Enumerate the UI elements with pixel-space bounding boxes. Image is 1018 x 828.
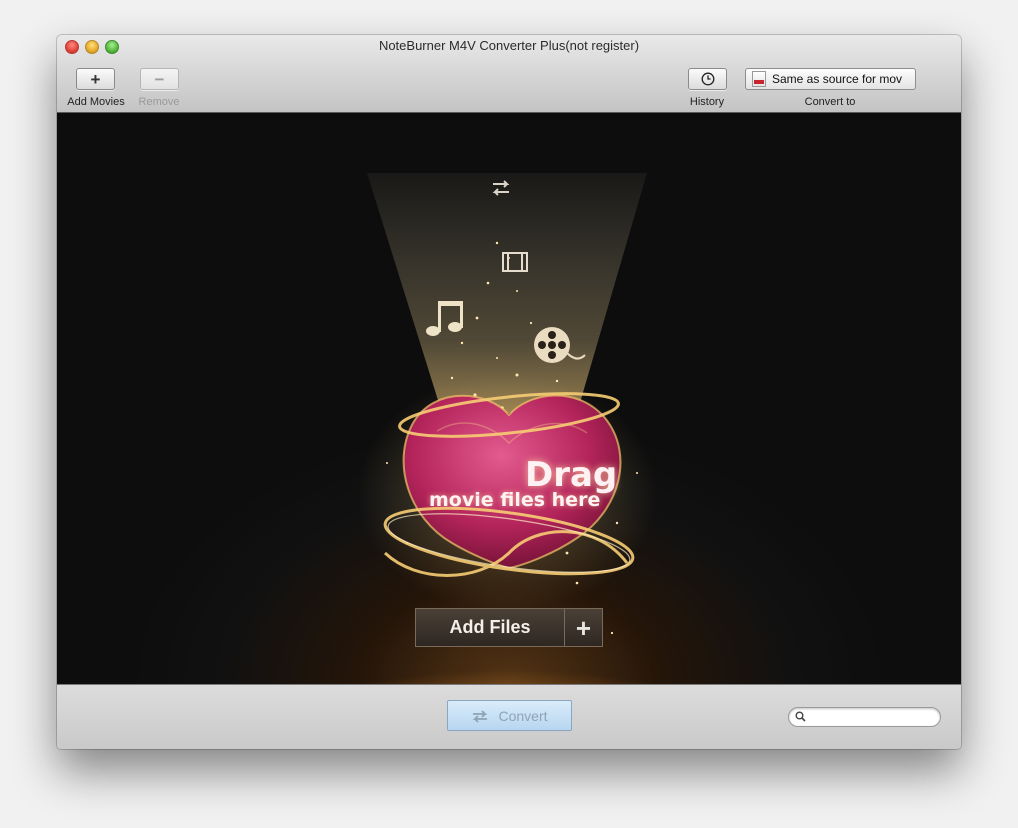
magnifier-icon: [795, 711, 806, 722]
drop-illustration: [289, 173, 729, 684]
convert-to-value: Same as source for mov: [772, 72, 903, 86]
convert-to-select[interactable]: Same as source for mov: [745, 68, 916, 90]
plus-icon: +: [564, 609, 602, 646]
convert-button[interactable]: Convert: [447, 700, 572, 731]
bottom-bar: Convert: [57, 684, 961, 749]
minus-icon: −: [154, 69, 165, 89]
history-label: History: [689, 96, 725, 108]
history-button[interactable]: [688, 68, 727, 90]
file-format-icon: [752, 71, 766, 87]
convert-arrows-icon: [473, 709, 488, 723]
add-files-label: Add Files: [449, 617, 531, 637]
remove-button[interactable]: −: [140, 68, 179, 90]
search-input[interactable]: [788, 707, 941, 727]
add-movies-button[interactable]: +: [76, 68, 115, 90]
app-window: NoteBurner M4V Converter Plus(not regist…: [57, 35, 961, 749]
toolbar: NoteBurner M4V Converter Plus(not regist…: [57, 35, 961, 113]
clock-icon: [701, 72, 714, 86]
convert-to-label: Convert to: [804, 96, 856, 108]
drag-subtitle: movie files here: [429, 489, 601, 511]
drop-zone[interactable]: Drag movie files here Add Files +: [57, 113, 961, 684]
add-files-button[interactable]: Add Files +: [415, 608, 603, 647]
convert-label: Convert: [498, 707, 548, 724]
add-movies-label: Add Movies: [67, 96, 125, 108]
plus-icon: +: [90, 69, 101, 89]
remove-label: Remove: [138, 96, 180, 108]
window-title: NoteBurner M4V Converter Plus(not regist…: [378, 38, 640, 53]
